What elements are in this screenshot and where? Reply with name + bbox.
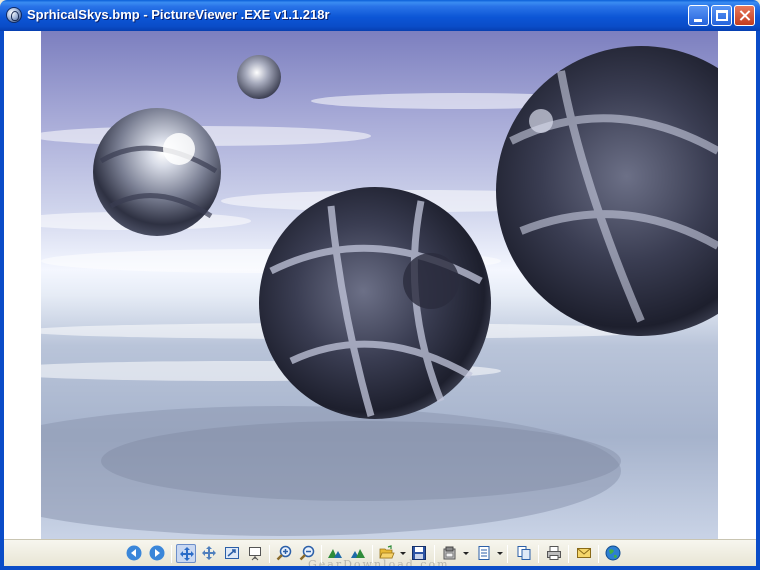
- globe-icon: [605, 545, 621, 561]
- rotate-left-icon: [328, 549, 342, 558]
- document-list-icon: [478, 546, 490, 560]
- window-title: SprhicalSkys.bmp - PictureViewer .EXE v1…: [27, 7, 330, 22]
- zoom-out-icon: [299, 545, 315, 561]
- zoom-out-button[interactable]: [297, 544, 317, 563]
- zoom-in-icon: [276, 545, 292, 561]
- expand-arrows-icon: [202, 546, 216, 560]
- floppy-disk-icon: [412, 546, 426, 560]
- envelope-icon: [577, 548, 591, 558]
- minimize-icon: [694, 19, 702, 22]
- actual-size-button[interactable]: [199, 544, 219, 563]
- raytraced-spheres-image: [41, 31, 718, 539]
- toolbar-separator: [598, 545, 599, 563]
- app-icon[interactable]: [6, 7, 22, 23]
- next-image-button[interactable]: [147, 544, 167, 563]
- toolbar-separator: [372, 545, 373, 563]
- copy-button[interactable]: [514, 544, 534, 563]
- fit-arrows-icon: [180, 547, 194, 561]
- print-button[interactable]: [544, 544, 564, 563]
- properties-button[interactable]: [474, 544, 494, 563]
- toolbar-separator: [269, 545, 270, 563]
- previous-image-button[interactable]: [124, 544, 144, 563]
- toolbar-separator: [321, 545, 322, 563]
- save-button[interactable]: [409, 544, 429, 563]
- tools-dropdown-arrow[interactable]: [463, 552, 469, 555]
- window-frame-right: [756, 31, 760, 570]
- web-button[interactable]: [603, 544, 623, 563]
- copy-icon: [517, 546, 531, 560]
- properties-dropdown-arrow[interactable]: [497, 552, 503, 555]
- bottom-toolbar: GearDownload.com: [4, 539, 756, 570]
- slideshow-button[interactable]: [245, 544, 265, 563]
- slideshow-icon: [249, 547, 261, 561]
- fit-to-window-button[interactable]: [176, 544, 196, 563]
- displayed-image[interactable]: [41, 31, 718, 539]
- arrow-left-icon: [126, 545, 142, 561]
- maximize-icon: [716, 10, 728, 21]
- open-dropdown-arrow[interactable]: [400, 552, 406, 555]
- toolbar-separator: [568, 545, 569, 563]
- rotate-left-button[interactable]: [325, 544, 345, 563]
- picture-viewer-window: SprhicalSkys.bmp - PictureViewer .EXE v1…: [0, 0, 760, 570]
- maximize-button[interactable]: [711, 5, 732, 26]
- toolbar-separator: [538, 545, 539, 563]
- close-icon: [735, 6, 754, 25]
- open-button[interactable]: [377, 544, 397, 563]
- full-screen-button[interactable]: [222, 544, 242, 563]
- rotate-right-button[interactable]: [348, 544, 368, 563]
- toolbar-separator: [507, 545, 508, 563]
- folder-open-icon: [379, 545, 395, 559]
- toolbar-separator: [171, 545, 172, 563]
- minimize-button[interactable]: [688, 5, 709, 26]
- full-screen-icon: [225, 547, 239, 559]
- printer-icon: [547, 546, 561, 560]
- tools-icon: [443, 546, 456, 560]
- arrow-right-icon: [149, 545, 165, 561]
- title-bar[interactable]: SprhicalSkys.bmp - PictureViewer .EXE v1…: [0, 0, 760, 31]
- email-button[interactable]: [574, 544, 594, 563]
- toolbar-separator: [434, 545, 435, 563]
- tools-button[interactable]: [440, 544, 460, 563]
- rotate-right-icon: [351, 549, 365, 558]
- window-frame-bottom: [0, 566, 760, 570]
- zoom-in-button[interactable]: [274, 544, 294, 563]
- close-button[interactable]: [734, 5, 755, 26]
